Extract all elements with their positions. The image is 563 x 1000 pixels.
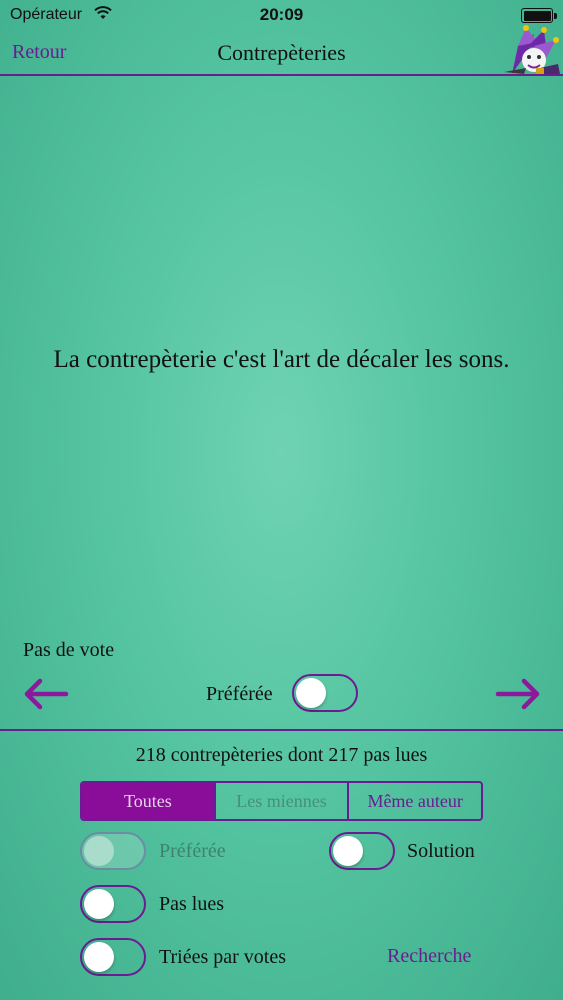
search-button[interactable]: Recherche [387,945,471,968]
favorite-label: Préférée [206,683,273,705]
toggle-knob [84,836,114,866]
solution-toggle[interactable] [329,832,395,870]
favorite-filter-toggle [80,832,146,870]
unread-toggle[interactable] [80,885,146,923]
contrepeterie-text: La contrepèterie c'est l'art de décaler … [53,346,510,373]
filter-segmented-control: Toutes Les miennes Même auteur [80,781,483,821]
controls-divider [0,729,563,731]
battery-icon [521,8,557,23]
solution-label: Solution [407,840,475,862]
sort-by-votes-toggle[interactable] [80,938,146,976]
favorite-toggle[interactable] [292,674,358,712]
tab-mine[interactable]: Les miennes [213,783,348,819]
arrow-left-icon[interactable] [22,677,70,711]
status-time: 20:09 [259,5,304,24]
tab-same-author[interactable]: Même auteur [347,783,481,819]
unread-label: Pas lues [159,893,224,915]
toggle-knob [296,678,326,708]
toggle-knob [84,942,114,972]
sort-by-votes-label: Triées par votes [159,946,287,968]
header-divider [0,74,563,76]
jester-logo [474,24,562,76]
vote-status: Pas de vote [23,639,115,661]
arrow-right-icon[interactable] [494,677,542,711]
toggle-knob [84,889,114,919]
collection-summary: 218 contrepèteries dont 217 pas lues [135,744,428,766]
tab-all[interactable]: Toutes [82,783,214,819]
favorite-filter-label: Préférée [159,840,226,862]
toggle-knob [333,836,363,866]
